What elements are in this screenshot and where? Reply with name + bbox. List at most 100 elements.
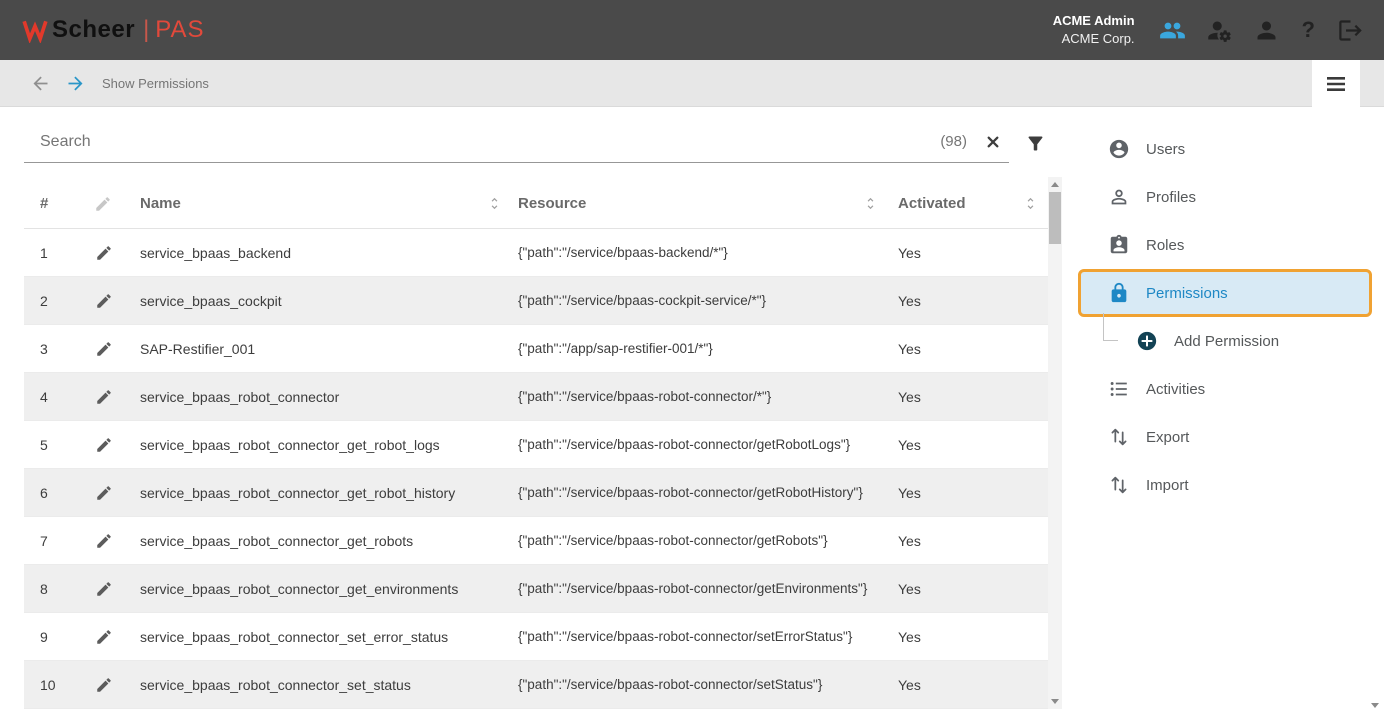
edit-permission-button[interactable] xyxy=(92,289,116,313)
edit-permission-button[interactable] xyxy=(92,529,116,553)
permission-activated: Yes xyxy=(888,485,1048,501)
sidebar-item-users[interactable]: Users xyxy=(1078,125,1384,173)
table-row: 9 service_bpaas_robot_connector_set_erro… xyxy=(24,613,1048,661)
sidebar-item-label: Roles xyxy=(1146,237,1184,254)
edit-permission-button[interactable] xyxy=(92,577,116,601)
permission-activated: Yes xyxy=(888,437,1048,453)
table-row: 5 service_bpaas_robot_connector_get_robo… xyxy=(24,421,1048,469)
sidebar-item-add-permission[interactable]: Add Permission xyxy=(1078,317,1384,365)
content-area: (98) # Name Resource xyxy=(0,107,1384,713)
sort-activated-icon[interactable] xyxy=(1023,196,1038,211)
table-row: 3 SAP-Restifier_001 {"path":"/app/sap-re… xyxy=(24,325,1048,373)
row-number: 4 xyxy=(24,389,80,405)
edit-permission-button[interactable] xyxy=(92,625,116,649)
edit-permission-button[interactable] xyxy=(92,433,116,457)
result-count: (98) xyxy=(940,133,967,150)
header-num: # xyxy=(24,195,80,212)
table-scrollbar[interactable] xyxy=(1048,177,1062,709)
sidebar-item-profiles[interactable]: Profiles xyxy=(1078,173,1384,221)
sidebar-item-roles[interactable]: Roles xyxy=(1078,221,1384,269)
brand-separator: | xyxy=(143,16,149,44)
search-field: (98) xyxy=(24,123,1009,163)
down-triangle-icon xyxy=(1371,703,1379,708)
table-row: 4 service_bpaas_robot_connector {"path":… xyxy=(24,373,1048,421)
header-activated: Activated xyxy=(888,179,1048,228)
person-outline-icon xyxy=(1108,186,1130,208)
up-triangle-icon xyxy=(1051,182,1059,187)
technical-user-gear-icon[interactable] xyxy=(1206,17,1233,44)
permission-resource: {"path":"/service/bpaas-robot-connector/… xyxy=(512,389,888,404)
permissions-table: # Name Resource Activated 1 servic xyxy=(24,179,1048,709)
tree-connector xyxy=(1103,313,1118,341)
lock-icon xyxy=(1108,282,1130,304)
scroll-up-button[interactable] xyxy=(1048,177,1062,192)
scrollbar-thumb[interactable] xyxy=(1049,192,1061,244)
badge-icon xyxy=(1108,234,1130,256)
pencil-icon xyxy=(95,436,113,454)
search-bar: (98) xyxy=(24,123,1048,163)
sidebar-item-export[interactable]: Export xyxy=(1078,413,1384,461)
admin-sidebar: Users Profiles Roles Permissions Add Per… xyxy=(1064,107,1384,713)
scroll-down-button[interactable] xyxy=(1048,694,1062,709)
row-number: 5 xyxy=(24,437,80,453)
filter-button[interactable] xyxy=(1023,131,1048,156)
back-arrow-icon[interactable] xyxy=(30,73,51,94)
edit-permission-button[interactable] xyxy=(92,673,116,697)
edit-permission-button[interactable] xyxy=(92,241,116,265)
user-management-icon[interactable] xyxy=(1159,17,1186,44)
permission-name: service_bpaas_robot_connector_get_robot_… xyxy=(136,485,512,501)
row-number: 8 xyxy=(24,581,80,597)
search-input[interactable] xyxy=(40,133,940,151)
table-row: 2 service_bpaas_cockpit {"path":"/servic… xyxy=(24,277,1048,325)
permission-resource: {"path":"/service/bpaas-robot-connector/… xyxy=(512,485,888,500)
forward-arrow-icon[interactable] xyxy=(65,73,86,94)
permission-activated: Yes xyxy=(888,533,1048,549)
row-number: 6 xyxy=(24,485,80,501)
permission-activated: Yes xyxy=(888,245,1048,261)
permission-name: service_bpaas_robot_connector_set_error_… xyxy=(136,629,512,645)
edit-permission-button[interactable] xyxy=(92,385,116,409)
permission-name: service_bpaas_robot_connector_get_robot_… xyxy=(136,437,512,453)
row-number: 2 xyxy=(24,293,80,309)
row-number: 1 xyxy=(24,245,80,261)
edit-permission-button[interactable] xyxy=(92,337,116,361)
edit-permission-button[interactable] xyxy=(92,481,116,505)
account-name: ACME Admin xyxy=(1053,12,1135,30)
pencil-icon xyxy=(95,340,113,358)
app-header: Scheer | PAS ACME Admin ACME Corp. ? xyxy=(0,0,1384,60)
sort-name-icon[interactable] xyxy=(487,196,502,211)
permission-name: service_bpaas_cockpit xyxy=(136,293,512,309)
permission-activated: Yes xyxy=(888,677,1048,693)
table-header-row: # Name Resource Activated xyxy=(24,179,1048,229)
sidebar-item-label: Add Permission xyxy=(1174,333,1279,350)
help-icon[interactable]: ? xyxy=(1300,19,1317,41)
permission-activated: Yes xyxy=(888,581,1048,597)
export-arrows-icon xyxy=(1108,426,1130,448)
account-info: ACME Admin ACME Corp. xyxy=(1053,12,1135,47)
clear-search-button[interactable] xyxy=(983,132,1003,152)
menu-toggle-button[interactable] xyxy=(1312,60,1360,107)
import-arrows-icon xyxy=(1108,474,1130,496)
sidebar-item-label: Permissions xyxy=(1146,285,1228,302)
sort-resource-icon[interactable] xyxy=(863,196,878,211)
permission-name: service_bpaas_robot_connector xyxy=(136,389,512,405)
sidebar-item-import[interactable]: Import xyxy=(1078,461,1384,509)
list-icon xyxy=(1108,378,1130,400)
page-title: Show Permissions xyxy=(102,76,209,91)
permission-activated: Yes xyxy=(888,389,1048,405)
scheer-pas-logo: Scheer | PAS xyxy=(22,16,205,44)
permission-resource: {"path":"/service/bpaas-robot-connector/… xyxy=(512,533,888,548)
page-scroll-down-button[interactable] xyxy=(1369,699,1381,711)
down-triangle-icon xyxy=(1051,699,1059,704)
logout-icon[interactable] xyxy=(1337,17,1364,44)
sidebar-item-label: Activities xyxy=(1146,381,1205,398)
permission-resource: {"path":"/service/bpaas-robot-connector/… xyxy=(512,677,888,692)
permission-activated: Yes xyxy=(888,341,1048,357)
table-row: 7 service_bpaas_robot_connector_get_robo… xyxy=(24,517,1048,565)
pencil-icon xyxy=(95,676,113,694)
sidebar-item-permissions[interactable]: Permissions xyxy=(1078,269,1372,317)
pencil-icon xyxy=(95,292,113,310)
sidebar-item-activities[interactable]: Activities xyxy=(1078,365,1384,413)
table-row: 1 service_bpaas_backend {"path":"/servic… xyxy=(24,229,1048,277)
profile-person-icon[interactable] xyxy=(1253,17,1280,44)
